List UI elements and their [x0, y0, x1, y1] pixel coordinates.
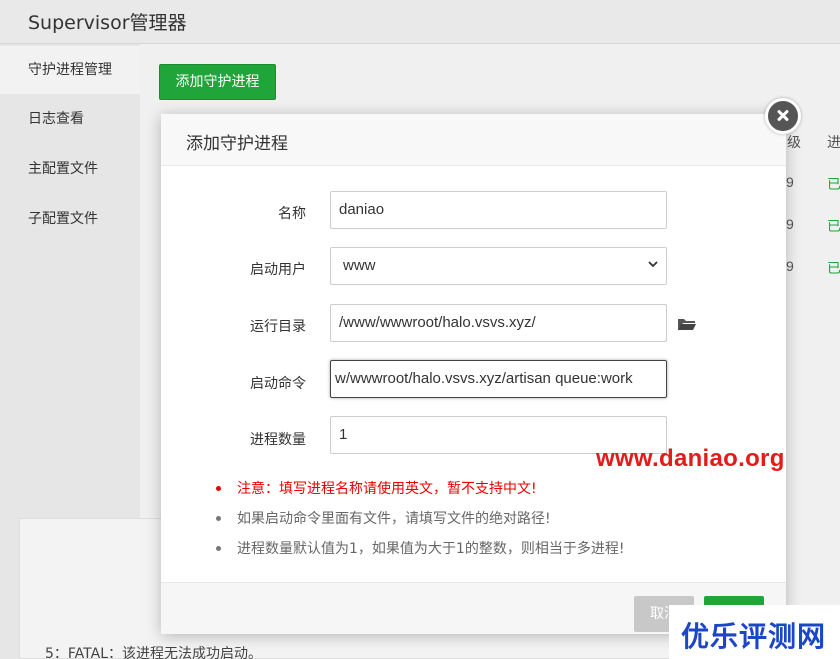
status-legend-fatal: 5：FATAL：该进程无法成功启动。: [45, 646, 263, 659]
dialog-notes: 注意：填写进程名称请使用英文，暂不支持中文! 如果启动命令里面有文件，请填写文件…: [211, 478, 771, 568]
bullet-icon: [216, 546, 221, 551]
note-text: 注意：填写进程名称请使用英文，暂不支持中文!: [237, 481, 537, 497]
table-cell-status: 已: [827, 218, 840, 234]
app-title: Supervisor管理器: [28, 12, 187, 34]
bullet-icon: [216, 516, 221, 521]
note-text: 进程数量默认值为1，如果值为大于1的整数，则相当于多进程!: [237, 541, 625, 557]
watermark-url: www.daniao.org: [596, 445, 785, 472]
sidebar-item-sub-config[interactable]: 子配置文件: [0, 195, 140, 243]
count-input-value: 1: [339, 426, 348, 443]
chevron-down-icon: [648, 261, 658, 268]
dir-input[interactable]: /www/wwwroot/halo.vsvs.xyz/: [330, 304, 667, 342]
dir-input-value: /www/wwwroot/halo.vsvs.xyz/: [339, 314, 536, 331]
folder-open-icon[interactable]: [677, 316, 697, 332]
sidebar-item-daemon-manager[interactable]: 守护进程管理: [0, 46, 140, 94]
command-label: 启动命令: [250, 376, 306, 392]
sidebar-item-log-viewer[interactable]: 日志查看: [0, 95, 140, 143]
table-cell: 9: [786, 258, 794, 274]
count-label: 进程数量: [250, 432, 306, 448]
app-header: Supervisor管理器: [0, 0, 840, 44]
name-input-value: daniao: [339, 201, 385, 218]
dir-label: 运行目录: [250, 319, 306, 335]
user-label: 启动用户: [250, 262, 306, 278]
watermark-logo: 优乐评测网: [669, 605, 840, 659]
note-text: 如果启动命令里面有文件，请填写文件的绝对路径!: [237, 511, 551, 527]
note-item: 注意：填写进程名称请使用英文，暂不支持中文!: [211, 478, 771, 508]
user-select-value: www: [343, 257, 376, 274]
dialog-header: 添加守护进程: [161, 114, 786, 166]
note-item: 进程数量默认值为1，如果值为大于1的整数，则相当于多进程!: [211, 538, 771, 568]
sidebar-item-main-config[interactable]: 主配置文件: [0, 145, 140, 193]
command-input-value: w/wwwroot/halo.vsvs.xyz/artisan queue:wo…: [335, 370, 633, 387]
command-input[interactable]: w/wwwroot/halo.vsvs.xyz/artisan queue:wo…: [330, 360, 667, 398]
name-label: 名称: [278, 206, 306, 222]
user-select[interactable]: www: [330, 247, 667, 285]
table-header-status: 进: [827, 134, 840, 150]
table-header-level: 级: [787, 134, 801, 150]
watermark-logo-text: 优乐评测网: [681, 620, 827, 653]
dialog-title: 添加守护进程: [186, 134, 288, 154]
table-cell-status: 已: [827, 176, 840, 192]
table-cell-status: 已: [827, 260, 840, 276]
add-daemon-dialog: 添加守护进程 名称 daniao 启动用户 www 运行目录 /www/wwwr…: [161, 114, 786, 634]
table-cell: 9: [786, 216, 794, 232]
table-cell: 9: [786, 174, 794, 190]
bullet-icon: [216, 486, 221, 491]
add-daemon-button[interactable]: 添加守护进程: [159, 64, 276, 100]
close-icon[interactable]: [765, 98, 801, 134]
note-item: 如果启动命令里面有文件，请填写文件的绝对路径!: [211, 508, 771, 538]
name-input[interactable]: daniao: [330, 191, 667, 229]
